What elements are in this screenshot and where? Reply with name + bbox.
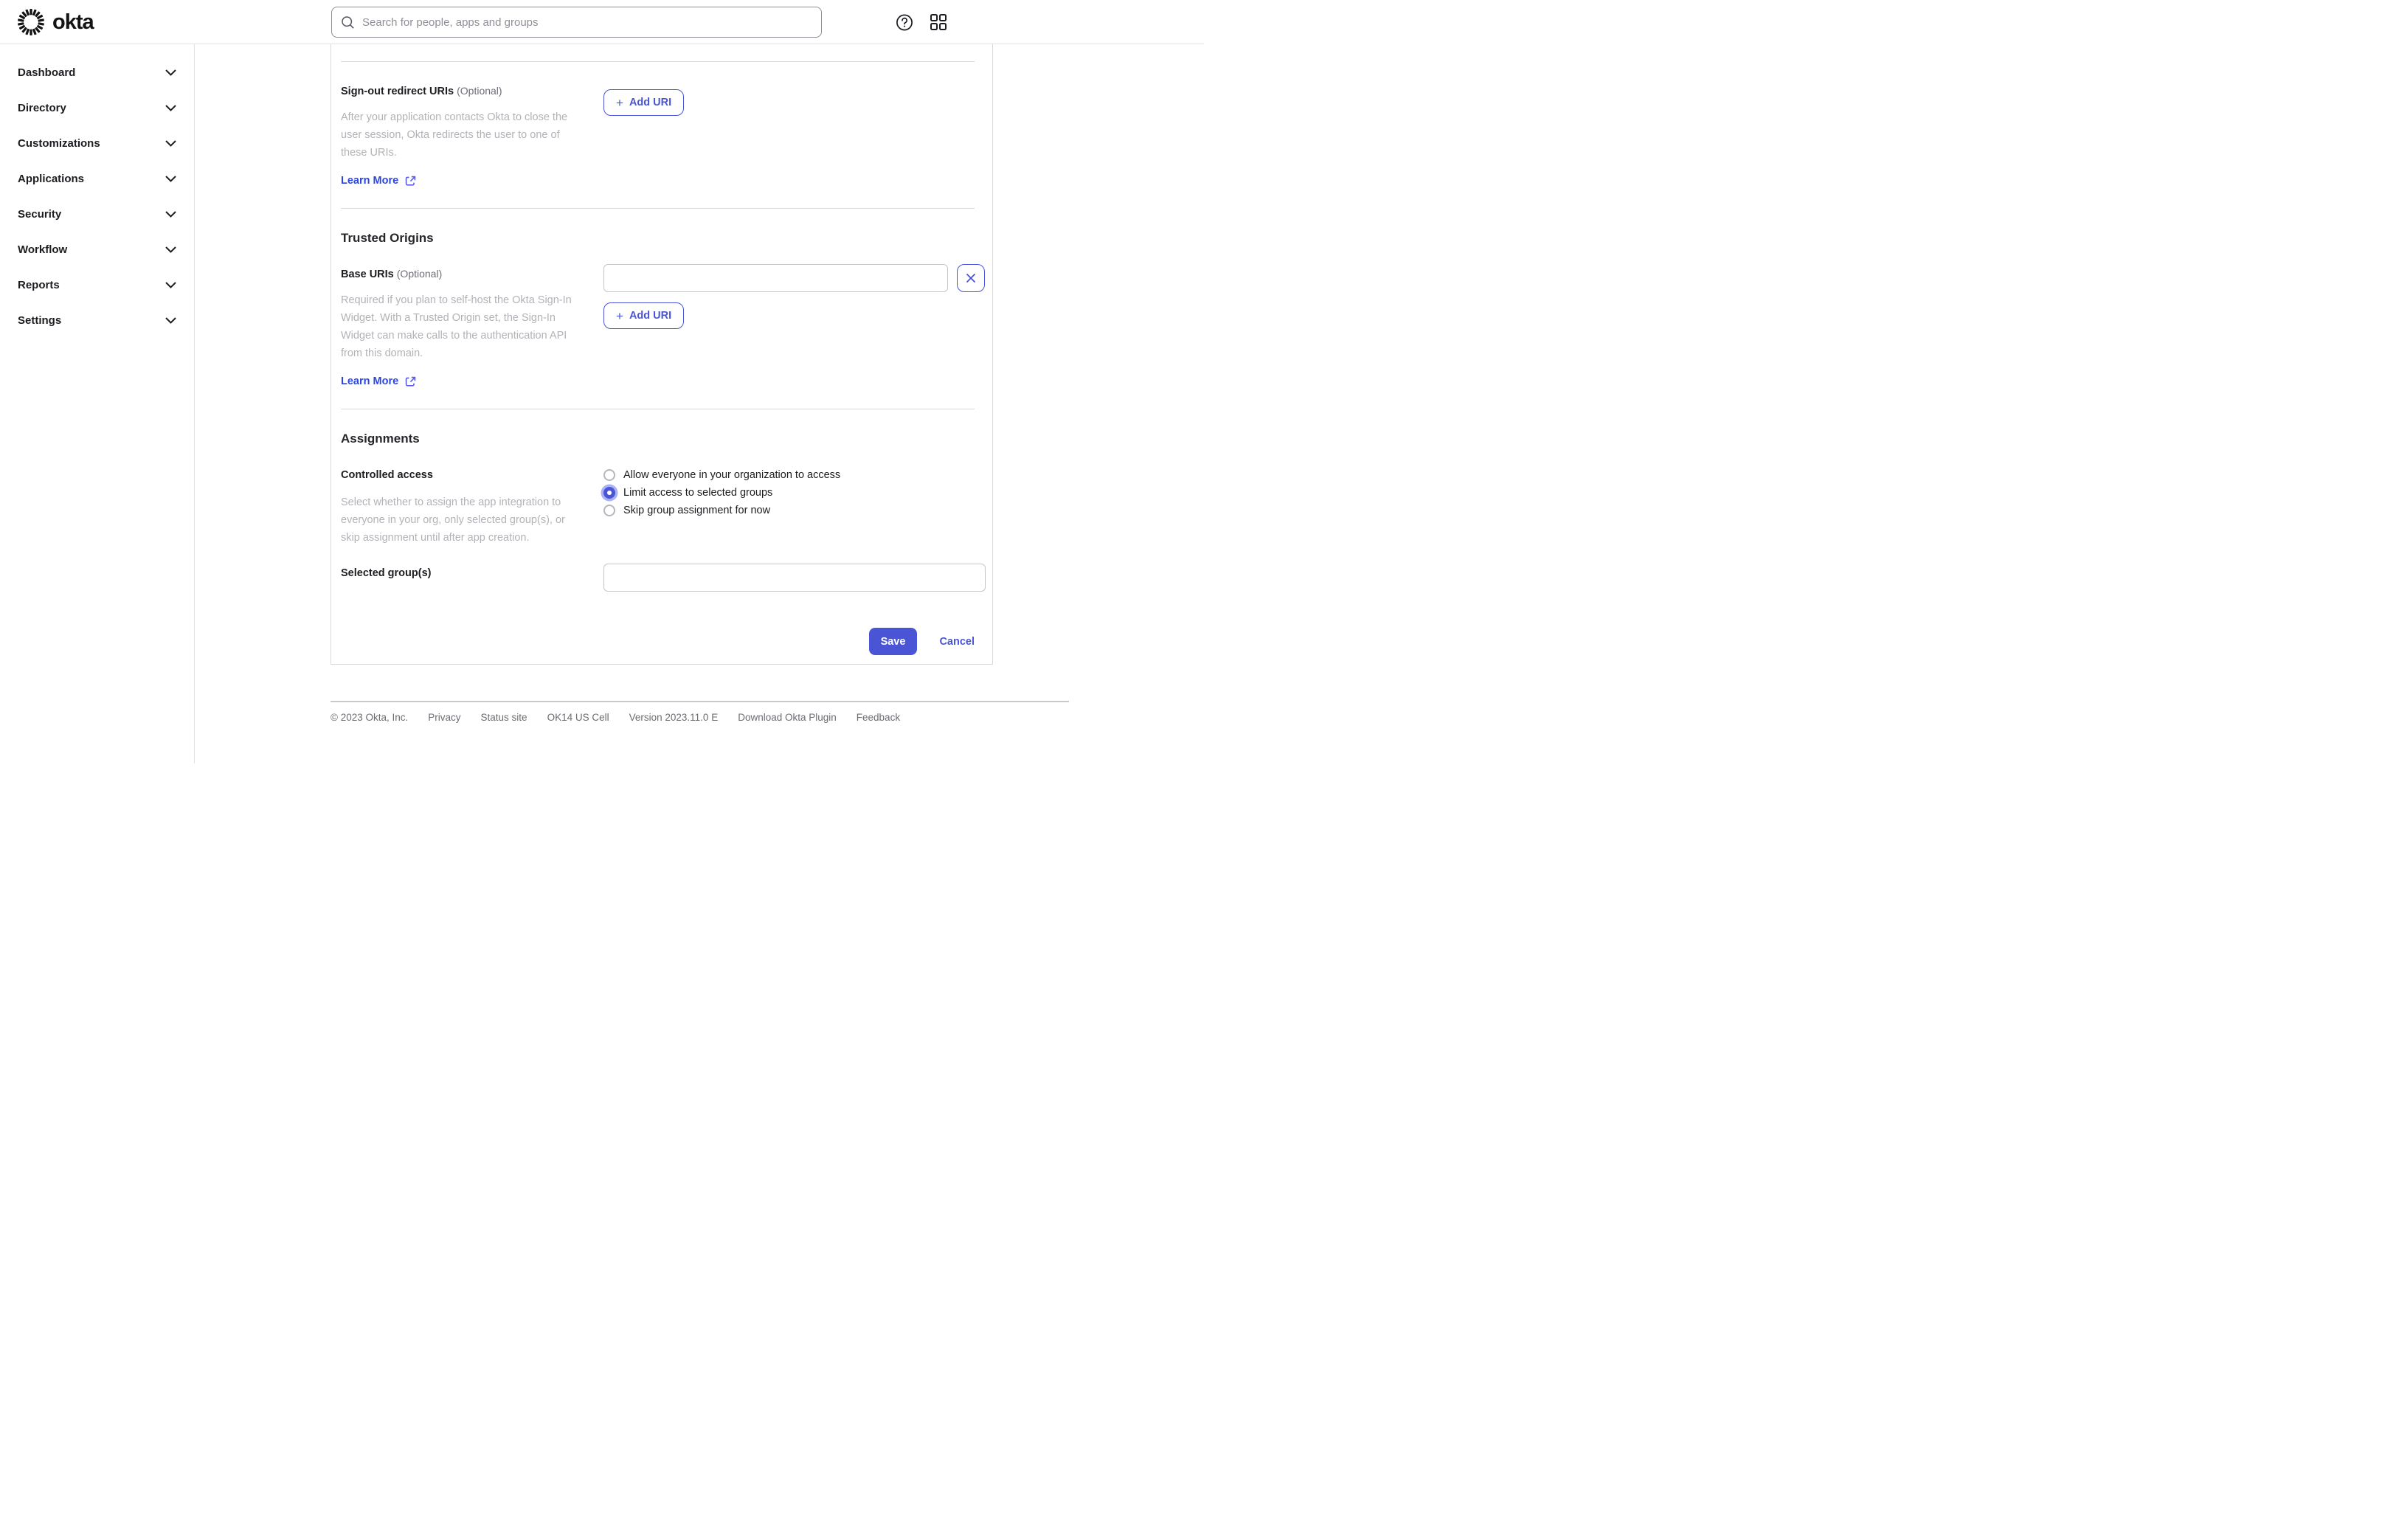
radio-skip-assignment[interactable]: Skip group assignment for now bbox=[603, 502, 975, 519]
cell-label: OK14 US Cell bbox=[547, 712, 609, 723]
chevron-down-icon bbox=[165, 69, 176, 76]
section-divider bbox=[341, 208, 975, 209]
version-label: Version 2023.11.0 E bbox=[629, 712, 719, 723]
okta-wordmark: okta bbox=[52, 10, 94, 34]
app-switcher-icon[interactable] bbox=[930, 13, 947, 31]
optional-tag: (Optional) bbox=[396, 268, 443, 280]
base-uri-input[interactable] bbox=[603, 264, 948, 292]
app-settings-form: Sign-out redirect URIs (Optional) After … bbox=[331, 44, 993, 665]
chevron-down-icon bbox=[165, 281, 176, 288]
sidebar-item-dashboard[interactable]: Dashboard bbox=[0, 55, 194, 90]
optional-tag: (Optional) bbox=[457, 85, 502, 97]
signout-redirect-uris-label: Sign-out redirect URIs (Optional) bbox=[341, 85, 502, 97]
sidebar-item-customizations[interactable]: Customizations bbox=[0, 125, 194, 161]
assignments-title: Assignments bbox=[341, 432, 420, 446]
download-plugin-link[interactable]: Download Okta Plugin bbox=[738, 712, 837, 723]
radio-button-icon bbox=[603, 487, 615, 499]
copyright-text: © 2023 Okta, Inc. bbox=[331, 712, 409, 723]
page-footer: © 2023 Okta, Inc. Privacy Status site OK… bbox=[331, 701, 1069, 723]
selected-groups-label: Selected group(s) bbox=[341, 567, 432, 579]
controlled-access-label: Controlled access bbox=[341, 469, 433, 481]
base-uri-add-uri-button[interactable]: + Add URI bbox=[603, 302, 685, 329]
trusted-origins-title: Trusted Origins bbox=[341, 231, 434, 245]
form-actions: Save Cancel bbox=[341, 628, 975, 655]
plus-icon: + bbox=[616, 308, 623, 323]
feedback-link[interactable]: Feedback bbox=[857, 712, 900, 723]
controlled-access-row: Controlled access Select whether to assi… bbox=[341, 465, 975, 547]
signout-add-uri-button[interactable]: + Add URI bbox=[603, 89, 685, 116]
radio-button-icon bbox=[603, 505, 615, 516]
signout-redirect-uris-description: After your application contacts Okta to … bbox=[341, 111, 568, 159]
base-uris-description: Required if you plan to self-host the Ok… bbox=[341, 294, 572, 359]
signout-learn-more-link[interactable]: Learn More bbox=[341, 173, 398, 188]
sidebar-item-applications[interactable]: Applications bbox=[0, 161, 194, 196]
footer-divider bbox=[331, 701, 1069, 702]
chevron-down-icon bbox=[165, 175, 176, 182]
radio-limit-access[interactable]: Limit access to selected groups bbox=[603, 484, 975, 502]
sidebar-item-reports[interactable]: Reports bbox=[0, 267, 194, 302]
radio-allow-everyone[interactable]: Allow everyone in your organization to a… bbox=[603, 466, 975, 484]
global-search[interactable] bbox=[331, 7, 822, 38]
plus-icon: + bbox=[616, 95, 623, 110]
save-button[interactable]: Save bbox=[868, 628, 918, 655]
sidebar-item-directory[interactable]: Directory bbox=[0, 90, 194, 125]
chevron-down-icon bbox=[165, 139, 176, 147]
radio-button-icon bbox=[603, 469, 615, 481]
chevron-down-icon bbox=[165, 246, 176, 253]
sidebar-nav: Dashboard Directory Customizations Appli… bbox=[0, 44, 195, 764]
chevron-down-icon bbox=[165, 104, 176, 111]
trusted-origins-learn-more-link[interactable]: Learn More bbox=[341, 374, 398, 389]
external-link-icon bbox=[405, 376, 416, 387]
sidebar-item-security[interactable]: Security bbox=[0, 196, 194, 232]
section-divider bbox=[341, 61, 975, 62]
help-icon[interactable] bbox=[896, 13, 913, 31]
remove-uri-button[interactable] bbox=[957, 264, 985, 292]
base-uris-row: Base URIs (Optional) Required if you pla… bbox=[341, 264, 985, 389]
cancel-button[interactable]: Cancel bbox=[939, 636, 975, 648]
okta-sunburst-icon bbox=[18, 9, 44, 35]
chevron-down-icon bbox=[165, 210, 176, 218]
external-link-icon bbox=[405, 176, 416, 187]
close-icon bbox=[966, 273, 976, 283]
controlled-access-description: Select whether to assign the app integra… bbox=[341, 496, 565, 544]
privacy-link[interactable]: Privacy bbox=[428, 712, 460, 723]
selected-groups-row: Selected group(s) bbox=[341, 564, 986, 592]
sidebar-item-settings[interactable]: Settings bbox=[0, 302, 194, 338]
signout-redirect-uris-row: Sign-out redirect URIs (Optional) After … bbox=[341, 83, 975, 188]
okta-logo[interactable]: okta bbox=[18, 9, 94, 35]
search-icon bbox=[341, 15, 355, 30]
search-input[interactable] bbox=[362, 15, 812, 29]
sidebar-item-workflow[interactable]: Workflow bbox=[0, 232, 194, 267]
status-site-link[interactable]: Status site bbox=[481, 712, 527, 723]
top-bar: okta bbox=[0, 0, 1204, 44]
chevron-down-icon bbox=[165, 316, 176, 324]
selected-groups-input[interactable] bbox=[603, 564, 986, 592]
base-uris-label: Base URIs (Optional) bbox=[341, 268, 443, 280]
